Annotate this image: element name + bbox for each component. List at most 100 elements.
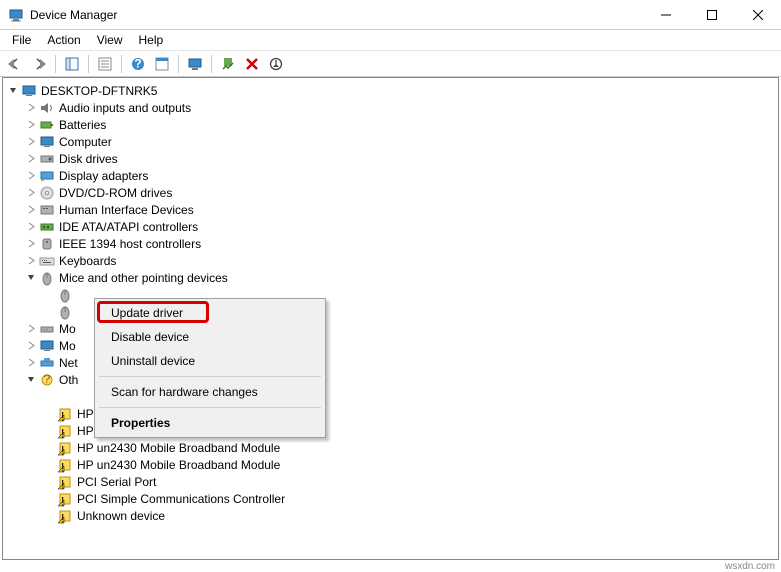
window-title: Device Manager bbox=[30, 8, 643, 22]
tree-category-audio[interactable]: Audio inputs and outputs bbox=[3, 99, 778, 116]
tree-category-keyboards[interactable]: Keyboards bbox=[3, 252, 778, 269]
battery-icon bbox=[39, 117, 55, 133]
toolbar-separator bbox=[211, 55, 212, 73]
twisty-none bbox=[41, 440, 57, 456]
twisty-none bbox=[41, 491, 57, 507]
chevron-right-icon[interactable] bbox=[23, 202, 39, 218]
context-separator bbox=[99, 376, 321, 377]
svg-text:?: ? bbox=[44, 372, 51, 386]
menu-file[interactable]: File bbox=[4, 31, 39, 49]
tree-category-mice[interactable]: Mice and other pointing devices bbox=[3, 269, 778, 286]
toolbar: ? bbox=[0, 51, 781, 77]
disk-icon bbox=[39, 151, 55, 167]
svg-text:!: ! bbox=[61, 511, 64, 524]
menu-action[interactable]: Action bbox=[39, 31, 88, 49]
tree-root[interactable]: DESKTOP-DFTNRK5 bbox=[3, 82, 778, 99]
computer-icon bbox=[21, 83, 37, 99]
warning-device-icon: ! bbox=[57, 406, 73, 422]
tree-label: HP un2430 Mobile Broadband Module bbox=[77, 441, 280, 455]
show-hide-tree-button[interactable] bbox=[61, 53, 83, 75]
toolbar-separator bbox=[88, 55, 89, 73]
twisty-none bbox=[41, 406, 57, 422]
tree-device-hp3[interactable]: ! HP un2430 Mobile Broadband Module bbox=[3, 439, 778, 456]
mouse-icon bbox=[57, 287, 73, 303]
twisty-none bbox=[41, 304, 57, 320]
svg-text:?: ? bbox=[134, 57, 141, 71]
forward-button[interactable] bbox=[28, 53, 50, 75]
menu-view[interactable]: View bbox=[89, 31, 131, 49]
chevron-right-icon[interactable] bbox=[23, 253, 39, 269]
tree-label: Mo bbox=[59, 322, 76, 336]
tree-category-hid[interactable]: Human Interface Devices bbox=[3, 201, 778, 218]
context-properties[interactable]: Properties bbox=[97, 411, 323, 435]
help-button[interactable]: ? bbox=[127, 53, 149, 75]
disc-icon bbox=[39, 185, 55, 201]
disable-button[interactable] bbox=[265, 53, 287, 75]
tree-label: Human Interface Devices bbox=[59, 203, 194, 217]
chevron-right-icon[interactable] bbox=[23, 100, 39, 116]
watermark: wsxdn.com bbox=[725, 561, 775, 572]
tree-label: DVD/CD-ROM drives bbox=[59, 186, 172, 200]
svg-text:!: ! bbox=[61, 460, 64, 473]
chevron-right-icon[interactable] bbox=[23, 151, 39, 167]
context-scan-hardware[interactable]: Scan for hardware changes bbox=[97, 380, 323, 404]
tree-device-unknown[interactable]: ! Unknown device bbox=[3, 507, 778, 524]
chevron-right-icon[interactable] bbox=[23, 117, 39, 133]
uninstall-button[interactable] bbox=[241, 53, 263, 75]
chevron-right-icon[interactable] bbox=[23, 134, 39, 150]
properties-button[interactable] bbox=[94, 53, 116, 75]
tree-label: Net bbox=[59, 356, 78, 370]
chevron-right-icon[interactable] bbox=[23, 168, 39, 184]
context-update-driver[interactable]: Update driver bbox=[97, 301, 323, 325]
svg-text:!: ! bbox=[61, 426, 64, 439]
tree-category-ieee1394[interactable]: IEEE 1394 host controllers bbox=[3, 235, 778, 252]
toolbar-separator bbox=[55, 55, 56, 73]
chevron-right-icon[interactable] bbox=[23, 185, 39, 201]
chevron-right-icon[interactable] bbox=[23, 355, 39, 371]
tree-device-pci-serial[interactable]: ! PCI Serial Port bbox=[3, 473, 778, 490]
menu-help[interactable]: Help bbox=[131, 31, 172, 49]
tree-label: HP un2430 Mobile Broadband Module bbox=[77, 458, 280, 472]
tree-category-ide[interactable]: IDE ATA/ATAPI controllers bbox=[3, 218, 778, 235]
tree-label: Display adapters bbox=[59, 169, 148, 183]
maximize-button[interactable] bbox=[689, 0, 735, 30]
context-menu: Update driver Disable device Uninstall d… bbox=[94, 298, 326, 438]
tree-label: Keyboards bbox=[59, 254, 116, 268]
warning-device-icon: ! bbox=[57, 474, 73, 490]
chevron-down-icon[interactable] bbox=[23, 270, 39, 286]
tree-category-computer[interactable]: Computer bbox=[3, 133, 778, 150]
chevron-down-icon[interactable] bbox=[23, 372, 39, 388]
context-separator bbox=[99, 407, 321, 408]
warning-device-icon: ! bbox=[57, 457, 73, 473]
monitor-icon bbox=[39, 134, 55, 150]
chevron-right-icon[interactable] bbox=[23, 321, 39, 337]
context-uninstall-device[interactable]: Uninstall device bbox=[97, 349, 323, 373]
chevron-right-icon[interactable] bbox=[23, 236, 39, 252]
close-button[interactable] bbox=[735, 0, 781, 30]
scan-hardware-button[interactable] bbox=[184, 53, 206, 75]
warning-device-icon: ! bbox=[57, 491, 73, 507]
tree-category-batteries[interactable]: Batteries bbox=[3, 116, 778, 133]
tree-category-display[interactable]: Display adapters bbox=[3, 167, 778, 184]
warning-device-icon: ! bbox=[57, 508, 73, 524]
chevron-down-icon[interactable] bbox=[5, 83, 21, 99]
chevron-right-icon[interactable] bbox=[23, 338, 39, 354]
twisty-none bbox=[41, 287, 57, 303]
tree-device-pci-comm[interactable]: ! PCI Simple Communications Controller bbox=[3, 490, 778, 507]
context-disable-device[interactable]: Disable device bbox=[97, 325, 323, 349]
tree-category-dvd[interactable]: DVD/CD-ROM drives bbox=[3, 184, 778, 201]
chevron-right-icon[interactable] bbox=[23, 219, 39, 235]
tree-category-disk[interactable]: Disk drives bbox=[3, 150, 778, 167]
speaker-icon bbox=[39, 100, 55, 116]
twisty-none bbox=[41, 457, 57, 473]
back-button[interactable] bbox=[4, 53, 26, 75]
tree-label: Mice and other pointing devices bbox=[59, 271, 228, 285]
other-devices-icon: ? bbox=[39, 372, 55, 388]
minimize-button[interactable] bbox=[643, 0, 689, 30]
ide-controller-icon bbox=[39, 219, 55, 235]
tree-device-hp4[interactable]: ! HP un2430 Mobile Broadband Module bbox=[3, 456, 778, 473]
update-driver-button[interactable] bbox=[217, 53, 239, 75]
modem-icon bbox=[39, 321, 55, 337]
display-adapter-icon bbox=[39, 168, 55, 184]
action-button[interactable] bbox=[151, 53, 173, 75]
